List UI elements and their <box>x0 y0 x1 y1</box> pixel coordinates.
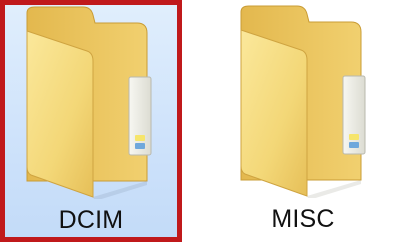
folder-item-dcim[interactable]: DCIM <box>0 0 182 242</box>
folder-icon <box>26 6 152 199</box>
folder-icon <box>240 5 366 198</box>
folder-label: MISC <box>271 205 335 233</box>
folder-label: DCIM <box>58 206 124 234</box>
folder-item-misc[interactable]: MISC <box>214 0 392 242</box>
